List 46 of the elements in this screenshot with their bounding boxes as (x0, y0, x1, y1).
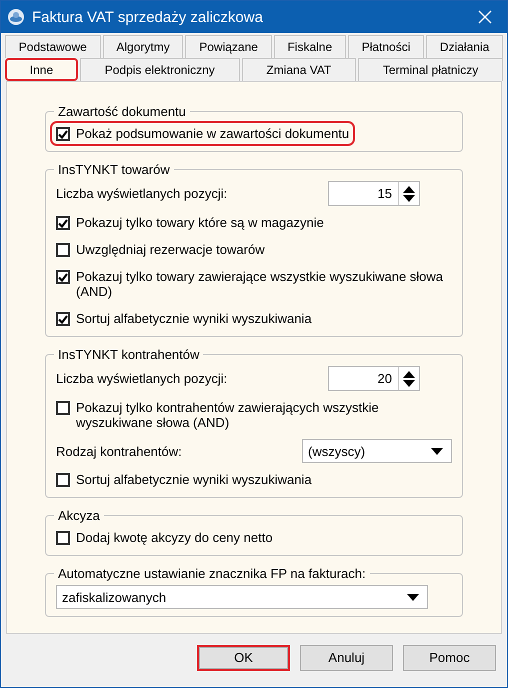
number-spinner[interactable]: 20 (328, 366, 420, 391)
tab[interactable]: Podstawowe (5, 35, 101, 58)
tab[interactable]: Powiązane (185, 35, 272, 58)
number-spinner[interactable]: 15 (328, 181, 420, 206)
tab[interactable]: Algorytmy (102, 35, 184, 58)
dropdown[interactable]: (wszyscy) (302, 439, 452, 463)
down-arrow-icon[interactable] (431, 448, 443, 454)
tab[interactable]: Działania (426, 35, 504, 58)
checkbox-option[interactable]: Dodaj kwotę akcyzy do ceny netto (52, 527, 277, 548)
checkbox-option[interactable]: Pokazuj tylko towary które są w magazynie (52, 212, 328, 233)
field-label: Rodzaj kontrahentów: (56, 444, 182, 458)
checkbox-option[interactable]: Sortuj alfabetycznie wyniki wyszukiwania (52, 308, 316, 329)
group-title: InsTYNKT kontrahentów (57, 347, 200, 362)
check-icon (58, 272, 68, 282)
tab[interactable]: Płatności (348, 35, 424, 58)
group-title: Automatyczne ustawianie znacznika FP na fakturach: (57, 566, 367, 581)
down-arrow-icon[interactable] (403, 194, 415, 202)
tab[interactable]: Terminal płatniczy (358, 58, 504, 81)
checkbox-option[interactable]: Uwzględniaj rezerwacje towarów (52, 239, 269, 260)
tab[interactable]: Zmiana VAT (242, 58, 356, 81)
field-label: Liczba wyświetlanych pozycji: (56, 186, 228, 201)
group-title: Zawartość dokumentu (57, 104, 187, 119)
close-icon (478, 10, 492, 24)
group-title: InsTYNKT towarów (57, 162, 171, 177)
group-title: Akcyza (57, 508, 101, 523)
down-arrow-icon[interactable] (403, 380, 415, 386)
checkbox-option[interactable]: Pokazuj tylko kontrahentów zawierających wszystkie wyszukiwane słowa (AND) (52, 397, 452, 433)
check-icon (58, 314, 68, 324)
dialog-button[interactable]: Anuluj (300, 644, 393, 670)
up-arrow-icon[interactable] (403, 186, 415, 192)
check-icon (58, 130, 68, 138)
dropdown[interactable]: zafiskalizowanych (56, 585, 428, 609)
tab[interactable]: Fiskalne (274, 35, 346, 58)
tab[interactable]: Inne (5, 58, 78, 81)
dialog-button[interactable]: OK (197, 644, 290, 670)
checkbox-option[interactable]: Pokazuj tylko towary zawierające wszystkie wyszukiwane słowa (AND) (52, 266, 452, 302)
dialog-button[interactable]: Pomoc (403, 644, 496, 670)
up-arrow-icon[interactable] (403, 370, 415, 378)
down-arrow-icon[interactable] (407, 594, 419, 600)
app-logo-icon (7, 8, 25, 26)
window-title: Faktura VAT sprzedaży zaliczkowa (32, 8, 264, 26)
check-icon (58, 218, 68, 228)
checkbox-option[interactable]: Pokaż podsumowanie w zawartości dokumentu (52, 123, 354, 144)
checkbox-option[interactable]: Sortuj alfabetycznie wyniki wyszukiwania (52, 469, 316, 490)
tab[interactable]: Podpis elektroniczny (80, 58, 240, 81)
field-label: Liczba wyświetlanych pozycji: (56, 371, 228, 386)
